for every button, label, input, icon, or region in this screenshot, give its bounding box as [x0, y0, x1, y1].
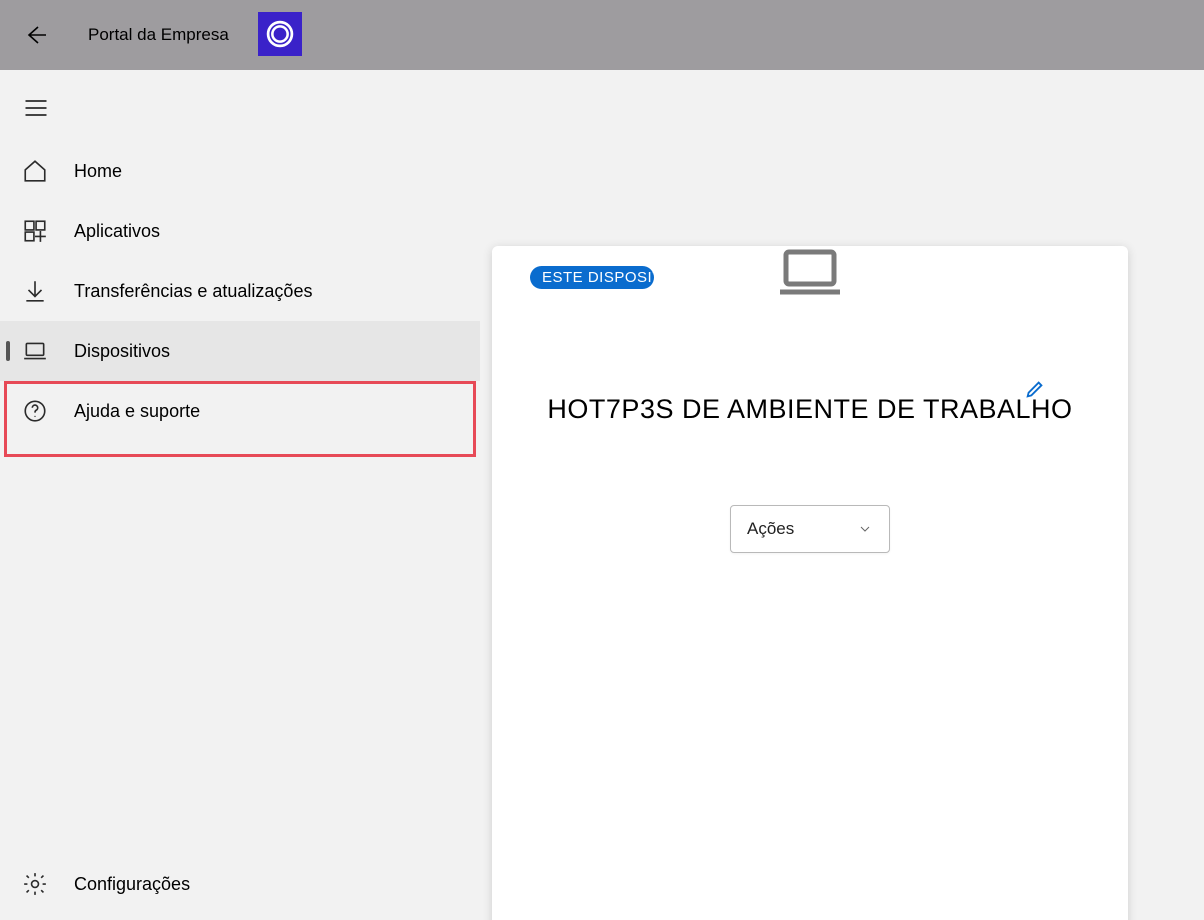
main-panel: ESTE DISPOSITIVO HOT7P3S DE AMBIENTE DE … [480, 70, 1204, 920]
sidebar-item-downloads[interactable]: Transferências e atualizações [0, 261, 480, 321]
sidebar-item-home[interactable]: Home [0, 141, 480, 201]
apps-icon [22, 218, 48, 244]
actions-dropdown[interactable]: Ações [730, 505, 890, 553]
edit-icon[interactable] [1024, 378, 1046, 400]
app-logo [258, 12, 302, 56]
home-icon [22, 158, 48, 184]
laptop-icon [22, 338, 48, 364]
sidebar-item-label: Ajuda e suporte [74, 401, 200, 422]
hamburger-icon[interactable] [22, 94, 50, 122]
sidebar-item-apps[interactable]: Aplicativos [0, 201, 480, 261]
title-bar: Portal da Empresa [0, 0, 1204, 70]
sidebar-item-label: Configurações [74, 874, 190, 895]
sidebar-item-label: Dispositivos [74, 341, 170, 362]
help-icon [22, 398, 48, 424]
sidebar-item-help[interactable]: Ajuda e suporte [0, 381, 480, 441]
device-laptop-icon [778, 246, 842, 298]
app-title: Portal da Empresa [88, 25, 229, 45]
sidebar-item-settings[interactable]: Configurações [0, 854, 480, 914]
device-title: HOT7P3S DE AMBIENTE DE TRABALHO [547, 394, 1072, 425]
chevron-down-icon [857, 521, 873, 537]
download-icon [22, 278, 48, 304]
this-device-badge: ESTE DISPOSITIVO [530, 266, 654, 289]
gear-icon [22, 871, 48, 897]
sidebar-item-label: Transferências e atualizações [74, 281, 312, 302]
sidebar-item-label: Aplicativos [74, 221, 160, 242]
back-icon[interactable] [24, 23, 48, 47]
sidebar: Home Aplicativos Transferências e atuali… [0, 70, 480, 920]
sidebar-item-label: Home [74, 161, 122, 182]
device-card: ESTE DISPOSITIVO HOT7P3S DE AMBIENTE DE … [492, 246, 1128, 920]
actions-label: Ações [747, 519, 794, 539]
sidebar-item-devices[interactable]: Dispositivos [0, 321, 480, 381]
